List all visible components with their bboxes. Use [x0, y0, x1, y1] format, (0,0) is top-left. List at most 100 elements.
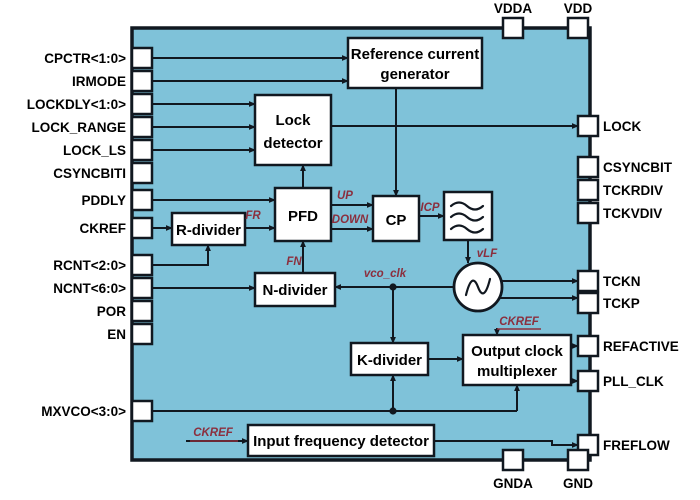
- pin-pad[interactable]: [130, 216, 154, 240]
- signal-label-fn: FN: [286, 256, 302, 268]
- block-pfd[interactable]: PFD: [273, 186, 333, 243]
- block-label-line1: K-divider: [357, 352, 422, 369]
- pin-tckvdiv[interactable]: TCKVDIV: [576, 201, 662, 225]
- pin-csyncbit[interactable]: CSYNCBIT: [576, 155, 673, 179]
- pin-tckn[interactable]: TCKN: [576, 269, 641, 293]
- block-label-line1: PFD: [288, 208, 318, 225]
- pin-pad[interactable]: [130, 92, 154, 116]
- block-label-line1: Reference current: [351, 46, 479, 63]
- block-label-line1: Input frequency detector: [253, 433, 429, 450]
- junction-dot-mxvco: [389, 407, 397, 415]
- pin-tckrdiv[interactable]: TCKRDIV: [576, 178, 663, 202]
- pin-label: MXVCO<3:0>: [41, 404, 126, 419]
- signal-label-vco-clk: vco_clk: [364, 268, 407, 280]
- pin-refactive[interactable]: REFACTIVE: [576, 334, 679, 358]
- block-loop-filter[interactable]: [442, 190, 494, 242]
- pin-pad[interactable]: [576, 201, 600, 225]
- block-r-divider[interactable]: R-divider: [170, 211, 247, 247]
- pin-pad[interactable]: [576, 269, 600, 293]
- block-charge-pump[interactable]: CP: [371, 194, 421, 243]
- signal-label-up: UP: [337, 190, 353, 202]
- pin-pad[interactable]: [130, 188, 154, 212]
- pin-pad[interactable]: [566, 448, 590, 472]
- block-label-line2: generator: [380, 66, 449, 83]
- pin-pad[interactable]: [130, 46, 154, 70]
- pin-pll-clk[interactable]: PLL_CLK: [576, 369, 664, 393]
- block-vco[interactable]: [452, 261, 504, 313]
- pin-pad[interactable]: [130, 161, 154, 185]
- pin-label: IRMODE: [72, 74, 126, 89]
- block-label-line1: Lock: [275, 112, 311, 129]
- pin-pad[interactable]: [130, 138, 154, 162]
- junction-dot-vcoclk: [389, 283, 397, 291]
- block-n-divider[interactable]: N-divider: [253, 271, 337, 308]
- pin-lock-ls[interactable]: LOCK_LS: [63, 138, 154, 162]
- pin-pad[interactable]: [130, 299, 154, 323]
- block-input-frequency-detector[interactable]: Input frequency detector: [246, 423, 436, 458]
- pin-vdd[interactable]: VDD: [564, 1, 593, 40]
- signal-label-vlf: vLF: [477, 248, 498, 260]
- pin-label: CPCTR<1:0>: [44, 51, 126, 66]
- pin-pad[interactable]: [501, 448, 525, 472]
- pin-label: LOCK_RANGE: [31, 120, 126, 135]
- block-outline: [253, 93, 333, 167]
- pin-pad[interactable]: [576, 291, 600, 315]
- pin-lock-range[interactable]: LOCK_RANGE: [31, 115, 154, 139]
- pin-label: LOCK: [603, 119, 641, 134]
- block-label-line2: detector: [263, 135, 322, 152]
- pin-csyncbiti[interactable]: CSYNCBITI: [53, 161, 154, 185]
- signal-label-ckref-mux: CKREF: [499, 316, 540, 328]
- pin-pddly[interactable]: PDDLY: [81, 188, 154, 212]
- block-label-line1: Output clock: [471, 343, 563, 360]
- pin-pad[interactable]: [576, 369, 600, 393]
- pin-freflow[interactable]: FREFLOW: [576, 433, 670, 457]
- pin-label: CSYNCBIT: [603, 160, 673, 175]
- pin-pad[interactable]: [130, 253, 154, 277]
- pin-label: TCKP: [603, 296, 640, 311]
- block-lock-detector[interactable]: Lock detector: [253, 93, 333, 167]
- pin-label: LOCKDLY<1:0>: [27, 97, 126, 112]
- pin-lock[interactable]: LOCK: [576, 114, 641, 138]
- pin-label: PDDLY: [81, 193, 126, 208]
- pin-pad[interactable]: [130, 69, 154, 93]
- pin-irmode[interactable]: IRMODE: [72, 69, 154, 93]
- pin-pad[interactable]: [130, 322, 154, 346]
- pin-pad[interactable]: [576, 155, 600, 179]
- pin-label: CSYNCBITI: [53, 166, 126, 181]
- signal-label-icp: ICP: [420, 202, 440, 214]
- pin-pad[interactable]: [130, 276, 154, 300]
- pin-label: CKREF: [80, 221, 127, 236]
- pin-pad[interactable]: [130, 115, 154, 139]
- pin-por[interactable]: POR: [97, 299, 154, 323]
- pin-pad[interactable]: [130, 399, 154, 423]
- pin-label: FREFLOW: [603, 438, 670, 453]
- pin-label: GNDA: [493, 476, 533, 491]
- pll-block-diagram: Reference current generator Lock detecto…: [0, 0, 700, 500]
- pin-label: GND: [563, 476, 593, 491]
- pin-mxvco[interactable]: MXVCO<3:0>: [41, 399, 154, 423]
- pin-gnd[interactable]: GND: [563, 448, 593, 491]
- block-k-divider[interactable]: K-divider: [349, 341, 430, 377]
- pin-label: RCNT<2:0>: [53, 258, 126, 273]
- pin-lockdly[interactable]: LOCKDLY<1:0>: [27, 92, 154, 116]
- pin-ncnt[interactable]: NCNT<6:0>: [53, 276, 154, 300]
- block-label-line1: R-divider: [176, 222, 241, 239]
- pin-pad[interactable]: [501, 16, 525, 40]
- pin-pad[interactable]: [576, 178, 600, 202]
- pin-label: TCKVDIV: [603, 206, 662, 221]
- pin-label: EN: [107, 327, 126, 342]
- pin-label: NCNT<6:0>: [53, 281, 126, 296]
- pin-label: TCKN: [603, 274, 641, 289]
- block-label-line2: multiplexer: [477, 363, 557, 380]
- pin-ckref[interactable]: CKREF: [80, 216, 154, 240]
- pin-pad[interactable]: [566, 16, 590, 40]
- pin-cpctr[interactable]: CPCTR<1:0>: [44, 46, 154, 70]
- pin-label: VDDA: [494, 1, 533, 16]
- diagram-canvas: Reference current generator Lock detecto…: [0, 0, 700, 500]
- pin-pad[interactable]: [576, 334, 600, 358]
- pin-tckp[interactable]: TCKP: [576, 291, 640, 315]
- pin-pad[interactable]: [576, 114, 600, 138]
- pin-rcnt[interactable]: RCNT<2:0>: [53, 253, 154, 277]
- block-reference-current-generator[interactable]: Reference current generator: [346, 36, 484, 90]
- block-output-clock-multiplexer[interactable]: Output clock multiplexer: [461, 333, 573, 387]
